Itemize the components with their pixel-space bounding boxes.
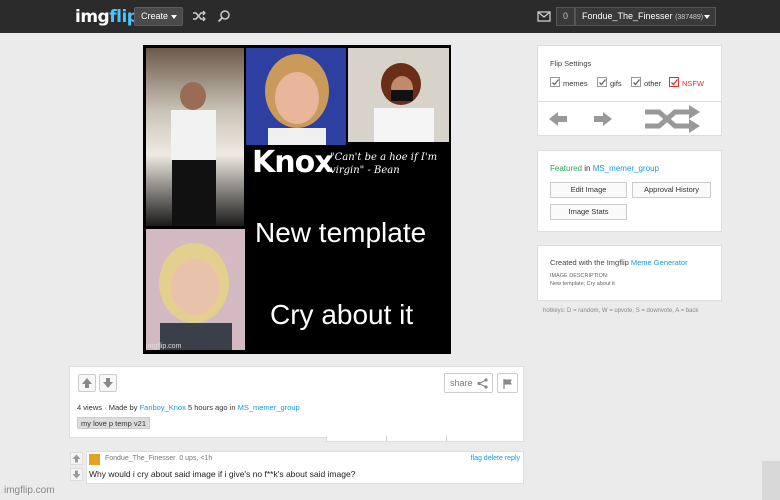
checkbox-label: NSFW — [682, 79, 705, 88]
comment-meta: 0 ups, <1h — [179, 455, 213, 462]
post-info-panel: share 4 views · Made by Fanboy_Knox 5 ho… — [69, 366, 524, 438]
check-icon — [599, 79, 607, 86]
arrow-down-icon — [103, 378, 113, 388]
arrow-right-icon[interactable] — [592, 110, 614, 128]
checkbox-label: gifs — [610, 79, 622, 88]
comment-header: Fondue_The_Finesser 0 ups, <1h — [105, 455, 212, 462]
meme-image[interactable]: Knox "Can't be a hoe if I'm virgin" - Be… — [143, 45, 451, 354]
mail-icon[interactable] — [537, 9, 551, 23]
featured-stream-link[interactable]: MS_memer_group — [593, 164, 659, 173]
checkbox-nsfw[interactable] — [669, 77, 679, 87]
downvote-button[interactable] — [99, 374, 117, 392]
edit-image-button[interactable]: Edit Image — [550, 182, 627, 198]
chevron-down-icon — [704, 15, 710, 19]
meme-caption-1: New template — [255, 217, 427, 248]
comment: Fondue_The_Finesser 0 ups, <1h flag dele… — [69, 451, 524, 484]
checkbox-label: other — [644, 79, 662, 88]
hotkeys-hint: hotkeys: D = random, W = upvote, S = dow… — [543, 308, 699, 314]
shuffle-icon[interactable] — [192, 9, 206, 23]
comment-text: Why would i cry about said image if i gi… — [89, 469, 356, 479]
image-description: New template; Cry about it — [550, 281, 615, 287]
created-with-panel: Created with the Imgflip Meme Generator … — [537, 245, 722, 301]
chevron-down-icon — [171, 15, 177, 19]
flag-icon — [503, 379, 512, 389]
created-with-line: Created with the Imgflip Meme Generator — [550, 258, 688, 267]
post-tag[interactable]: my love p temp v21 — [77, 417, 151, 429]
comment-username[interactable]: Fondue_The_Finesser — [105, 455, 175, 462]
comment-actions[interactable]: flag delete reply — [471, 455, 520, 462]
flag-button[interactable] — [497, 373, 518, 393]
meme-name-text: Knox — [252, 145, 334, 180]
photo-top-right — [348, 48, 449, 142]
photo-top-left — [146, 48, 244, 226]
stream-link[interactable]: MS_memer_group — [238, 403, 300, 412]
search-icon[interactable] — [217, 9, 231, 23]
meme-watermark: imgflip.com — [146, 343, 182, 350]
share-button[interactable]: share — [444, 373, 493, 393]
photo-bottom-left — [146, 229, 245, 350]
comment-sort-bar — [326, 436, 524, 442]
checkbox-other[interactable] — [631, 77, 641, 87]
flip-settings-panel: Flip Settings memes gifs other NSFW — [537, 45, 722, 136]
approval-history-button[interactable]: Approval History — [632, 182, 711, 198]
comment-downvote-button[interactable] — [70, 468, 83, 481]
flip-settings-title: Flip Settings — [550, 59, 592, 68]
avatar[interactable] — [89, 454, 100, 465]
create-menu-button[interactable]: Create — [134, 7, 183, 26]
meme-generator-link[interactable]: Meme Generator — [631, 258, 688, 267]
imgflip-logo[interactable]: imgflip — [75, 7, 139, 27]
upvote-button[interactable] — [78, 374, 96, 392]
view-count: 4 views — [77, 403, 103, 412]
post-meta: 4 views · Made by Fanboy_Knox 5 hours ag… — [77, 403, 300, 412]
meme-caption-2: Cry about it — [270, 299, 414, 330]
notification-count[interactable]: 0 — [556, 7, 575, 26]
top-navbar: imgflip Create 0 Fondue_The_Finesser (38… — [0, 0, 780, 33]
image-stats-button[interactable]: Image Stats — [550, 204, 627, 220]
featured-panel: Featured in MS_memer_group Edit Image Ap… — [537, 150, 722, 232]
divider — [538, 101, 721, 102]
user-menu-button[interactable]: Fondue_The_Finesser (387489) — [575, 7, 716, 26]
share-icon — [477, 378, 488, 389]
arrow-up-icon — [82, 378, 92, 388]
shuffle-icon[interactable] — [641, 104, 703, 134]
user-points: (387489) — [675, 14, 704, 21]
username: Fondue_The_Finesser — [582, 11, 673, 21]
checkbox-gifs[interactable] — [597, 77, 607, 87]
footer-watermark: imgflip.com — [4, 485, 55, 496]
scroll-area — [762, 461, 780, 500]
image-description-label: IMAGE DESCRIPTION: — [550, 273, 609, 279]
author-link[interactable]: Fanboy_Knox — [140, 403, 186, 412]
arrow-left-icon[interactable] — [547, 110, 569, 128]
check-icon — [633, 79, 641, 86]
arrow-up-icon — [72, 454, 81, 463]
photo-top-center — [246, 48, 346, 145]
comment-upvote-button[interactable] — [70, 452, 83, 465]
check-icon — [552, 79, 560, 86]
comment-box: Fondue_The_Finesser 0 ups, <1h flag dele… — [86, 451, 524, 484]
checkbox-memes[interactable] — [550, 77, 560, 87]
featured-line: Featured in MS_memer_group — [550, 164, 659, 173]
check-icon — [671, 79, 679, 86]
checkbox-label: memes — [563, 79, 588, 88]
meme-quote-text: "Can't be a hoe if I'm virgin" - Bean — [330, 152, 438, 176]
arrow-down-icon — [72, 470, 81, 479]
